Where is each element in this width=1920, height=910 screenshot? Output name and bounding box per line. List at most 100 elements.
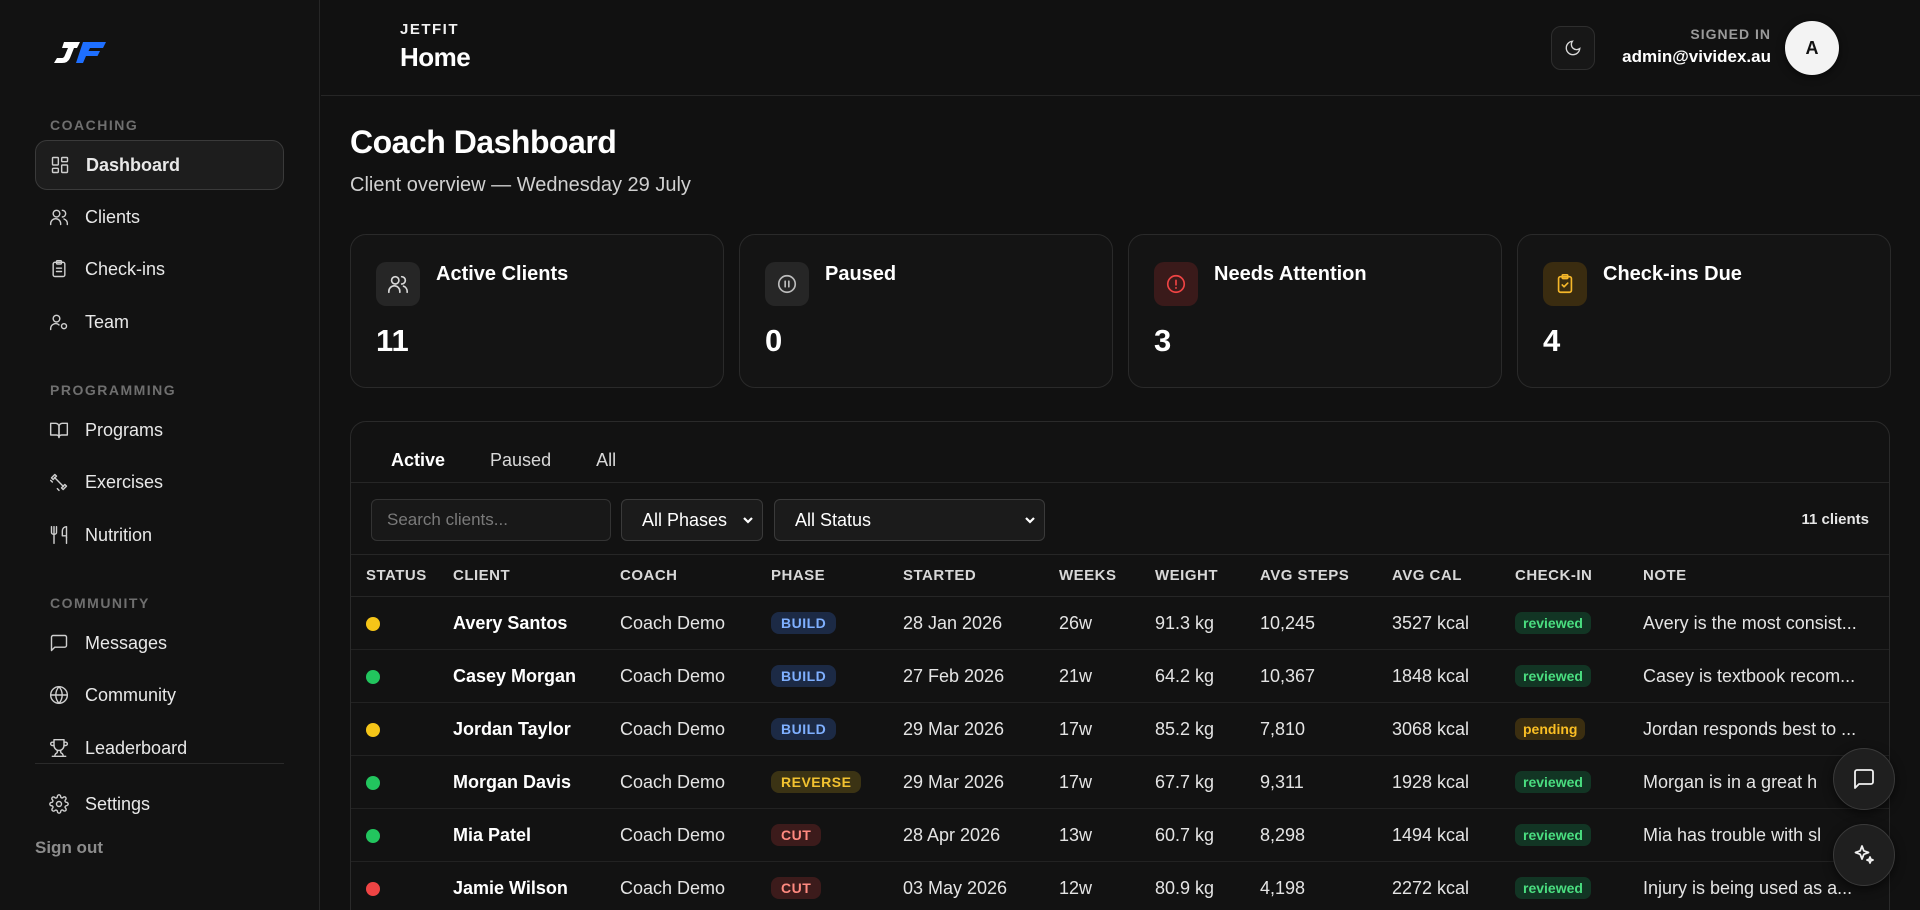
stat-card-paused[interactable]: Paused 0 <box>739 234 1113 388</box>
check-in-cell: reviewed <box>1515 755 1643 809</box>
phase-filter-select[interactable]: All Phases <box>621 499 763 541</box>
ai-assistant-button[interactable] <box>1833 824 1895 886</box>
table-header-row: STATUS CLIENT COACH PHASE STARTED WEEKS … <box>351 554 1889 597</box>
table-row[interactable]: Morgan Davis Coach Demo REVERSE 29 Mar 2026… <box>351 755 1889 809</box>
stat-value: 4 <box>1543 323 1561 358</box>
chat-button[interactable] <box>1833 748 1895 810</box>
column-header-weight[interactable]: WEIGHT <box>1155 554 1260 597</box>
weight-value: 60.7 kg <box>1155 808 1260 862</box>
sparkles-icon <box>1852 843 1876 867</box>
top-header: JETFIT Home SIGNED IN admin@vividex.au A <box>321 0 1920 96</box>
stat-label: Check-ins Due <box>1603 263 1742 285</box>
table-row[interactable]: Casey Morgan Coach Demo BUILD 27 Feb 2026 21… <box>351 649 1889 703</box>
status-dot <box>366 881 380 896</box>
sidebar-item-messages[interactable]: Messages <box>35 618 284 668</box>
sidebar-divider <box>35 763 284 764</box>
avg-steps-value: 10,245 <box>1260 596 1392 650</box>
started-date: 28 Jan 2026 <box>903 596 1059 650</box>
sidebar-item-label: Check-ins <box>85 258 166 279</box>
column-header-coach[interactable]: COACH <box>620 554 771 597</box>
chevron-down-icon <box>1024 514 1036 526</box>
client-name[interactable]: Mia Patel <box>453 808 620 862</box>
check-in-cell: reviewed <box>1515 861 1643 910</box>
moon-icon <box>1564 39 1582 57</box>
client-name[interactable]: Jordan Taylor <box>453 702 620 756</box>
status-filter-select[interactable]: All Status <box>774 499 1045 541</box>
avg-steps-value: 8,298 <box>1260 808 1392 862</box>
client-name[interactable]: Jamie Wilson <box>453 861 620 910</box>
weight-value: 67.7 kg <box>1155 755 1260 809</box>
phase-cell: BUILD <box>771 649 903 703</box>
jetfit-logo[interactable] <box>50 36 110 68</box>
theme-toggle-button[interactable] <box>1551 26 1595 70</box>
stat-card-needs-attention[interactable]: Needs Attention 3 <box>1128 234 1502 388</box>
sidebar-item-leaderboard[interactable]: Leaderboard <box>35 723 284 773</box>
weight-value: 91.3 kg <box>1155 596 1260 650</box>
stat-card-checkins-due[interactable]: Check-ins Due 4 <box>1517 234 1891 388</box>
phase-badge: REVERSE <box>771 771 862 793</box>
status-cell <box>351 755 453 809</box>
avatar[interactable]: A <box>1785 21 1839 75</box>
avg-cal-value: 3527 kcal <box>1392 596 1515 650</box>
sidebar-item-checkins[interactable]: Check-ins <box>35 244 284 294</box>
column-header-phase[interactable]: PHASE <box>771 554 903 597</box>
column-header-note[interactable]: NOTE <box>1643 554 1889 597</box>
table-row[interactable]: Avery Santos Coach Demo BUILD 28 Jan 2026 26… <box>351 596 1889 650</box>
sidebar-item-dashboard[interactable]: Dashboard <box>35 140 284 190</box>
tab-paused[interactable]: Paused <box>490 450 551 471</box>
column-header-check-in[interactable]: CHECK-IN <box>1515 554 1643 597</box>
grid-icon <box>50 155 70 175</box>
section-label-programming: PROGRAMMING <box>50 382 177 398</box>
search-input[interactable] <box>371 499 611 541</box>
check-in-badge: reviewed <box>1515 771 1591 793</box>
phase-cell: REVERSE <box>771 755 903 809</box>
user-cog-icon <box>49 312 69 332</box>
column-header-started[interactable]: STARTED <box>903 554 1059 597</box>
tab-active[interactable]: Active <box>391 450 445 471</box>
sidebar-item-exercises[interactable]: Exercises <box>35 457 284 507</box>
chat-icon <box>1852 767 1876 791</box>
table-row[interactable]: Jordan Taylor Coach Demo BUILD 29 Mar 2026 1… <box>351 702 1889 756</box>
check-in-cell: reviewed <box>1515 596 1643 650</box>
sidebar-item-label: Programs <box>85 419 164 440</box>
sidebar-item-label: Messages <box>85 632 168 653</box>
sidebar-item-community[interactable]: Community <box>35 670 284 720</box>
coach-name: Coach Demo <box>620 861 771 910</box>
sidebar-item-settings[interactable]: Settings <box>35 779 284 829</box>
client-name[interactable]: Morgan Davis <box>453 755 620 809</box>
column-header-client[interactable]: CLIENT <box>453 554 620 597</box>
section-label-community: COMMUNITY <box>50 595 150 611</box>
clipboard-icon <box>49 259 69 279</box>
status-dot <box>366 828 380 843</box>
table-row[interactable]: Mia Patel Coach Demo CUT 28 Apr 2026 13w 60.7… <box>351 808 1889 862</box>
note-text: Jordan responds best to ... <box>1643 718 1857 739</box>
stat-value: 0 <box>765 323 783 358</box>
check-in-badge: pending <box>1515 718 1586 740</box>
client-name[interactable]: Avery Santos <box>453 596 620 650</box>
check-in-cell: reviewed <box>1515 808 1643 862</box>
dumbbell-icon <box>49 472 69 492</box>
client-name[interactable]: Casey Morgan <box>453 649 620 703</box>
stat-card-active-clients[interactable]: Active Clients 11 <box>350 234 724 388</box>
sidebar-item-programs[interactable]: Programs <box>35 405 284 455</box>
table-row[interactable]: Jamie Wilson Coach Demo CUT 03 May 2026 12w 8… <box>351 861 1889 910</box>
sign-out-link[interactable]: Sign out <box>35 838 103 858</box>
note-cell: Avery is the most consist... <box>1643 596 1889 650</box>
sidebar-item-nutrition[interactable]: Nutrition <box>35 510 284 560</box>
column-header-weeks[interactable]: WEEKS <box>1059 554 1155 597</box>
sidebar-item-label: Clients <box>85 206 141 227</box>
clipboard-check-icon <box>1543 262 1587 306</box>
column-header-avg-cal[interactable]: AVG CAL <box>1392 554 1515 597</box>
sidebar-item-clients[interactable]: Clients <box>35 192 284 242</box>
column-header-avg-steps[interactable]: AVG STEPS <box>1260 554 1392 597</box>
weeks-value: 17w <box>1059 702 1155 756</box>
phase-badge: CUT <box>771 877 822 899</box>
column-header-status[interactable]: STATUS <box>351 554 453 597</box>
stat-label: Active Clients <box>436 263 569 285</box>
avg-steps-value: 7,810 <box>1260 702 1392 756</box>
sidebar-item-team[interactable]: Team <box>35 297 284 347</box>
note-cell: Jordan responds best to ... <box>1643 702 1889 756</box>
user-email: admin@vividex.au <box>1622 47 1771 66</box>
note-text: Morgan is in a great h <box>1643 771 1818 792</box>
tab-all[interactable]: All <box>596 450 616 471</box>
